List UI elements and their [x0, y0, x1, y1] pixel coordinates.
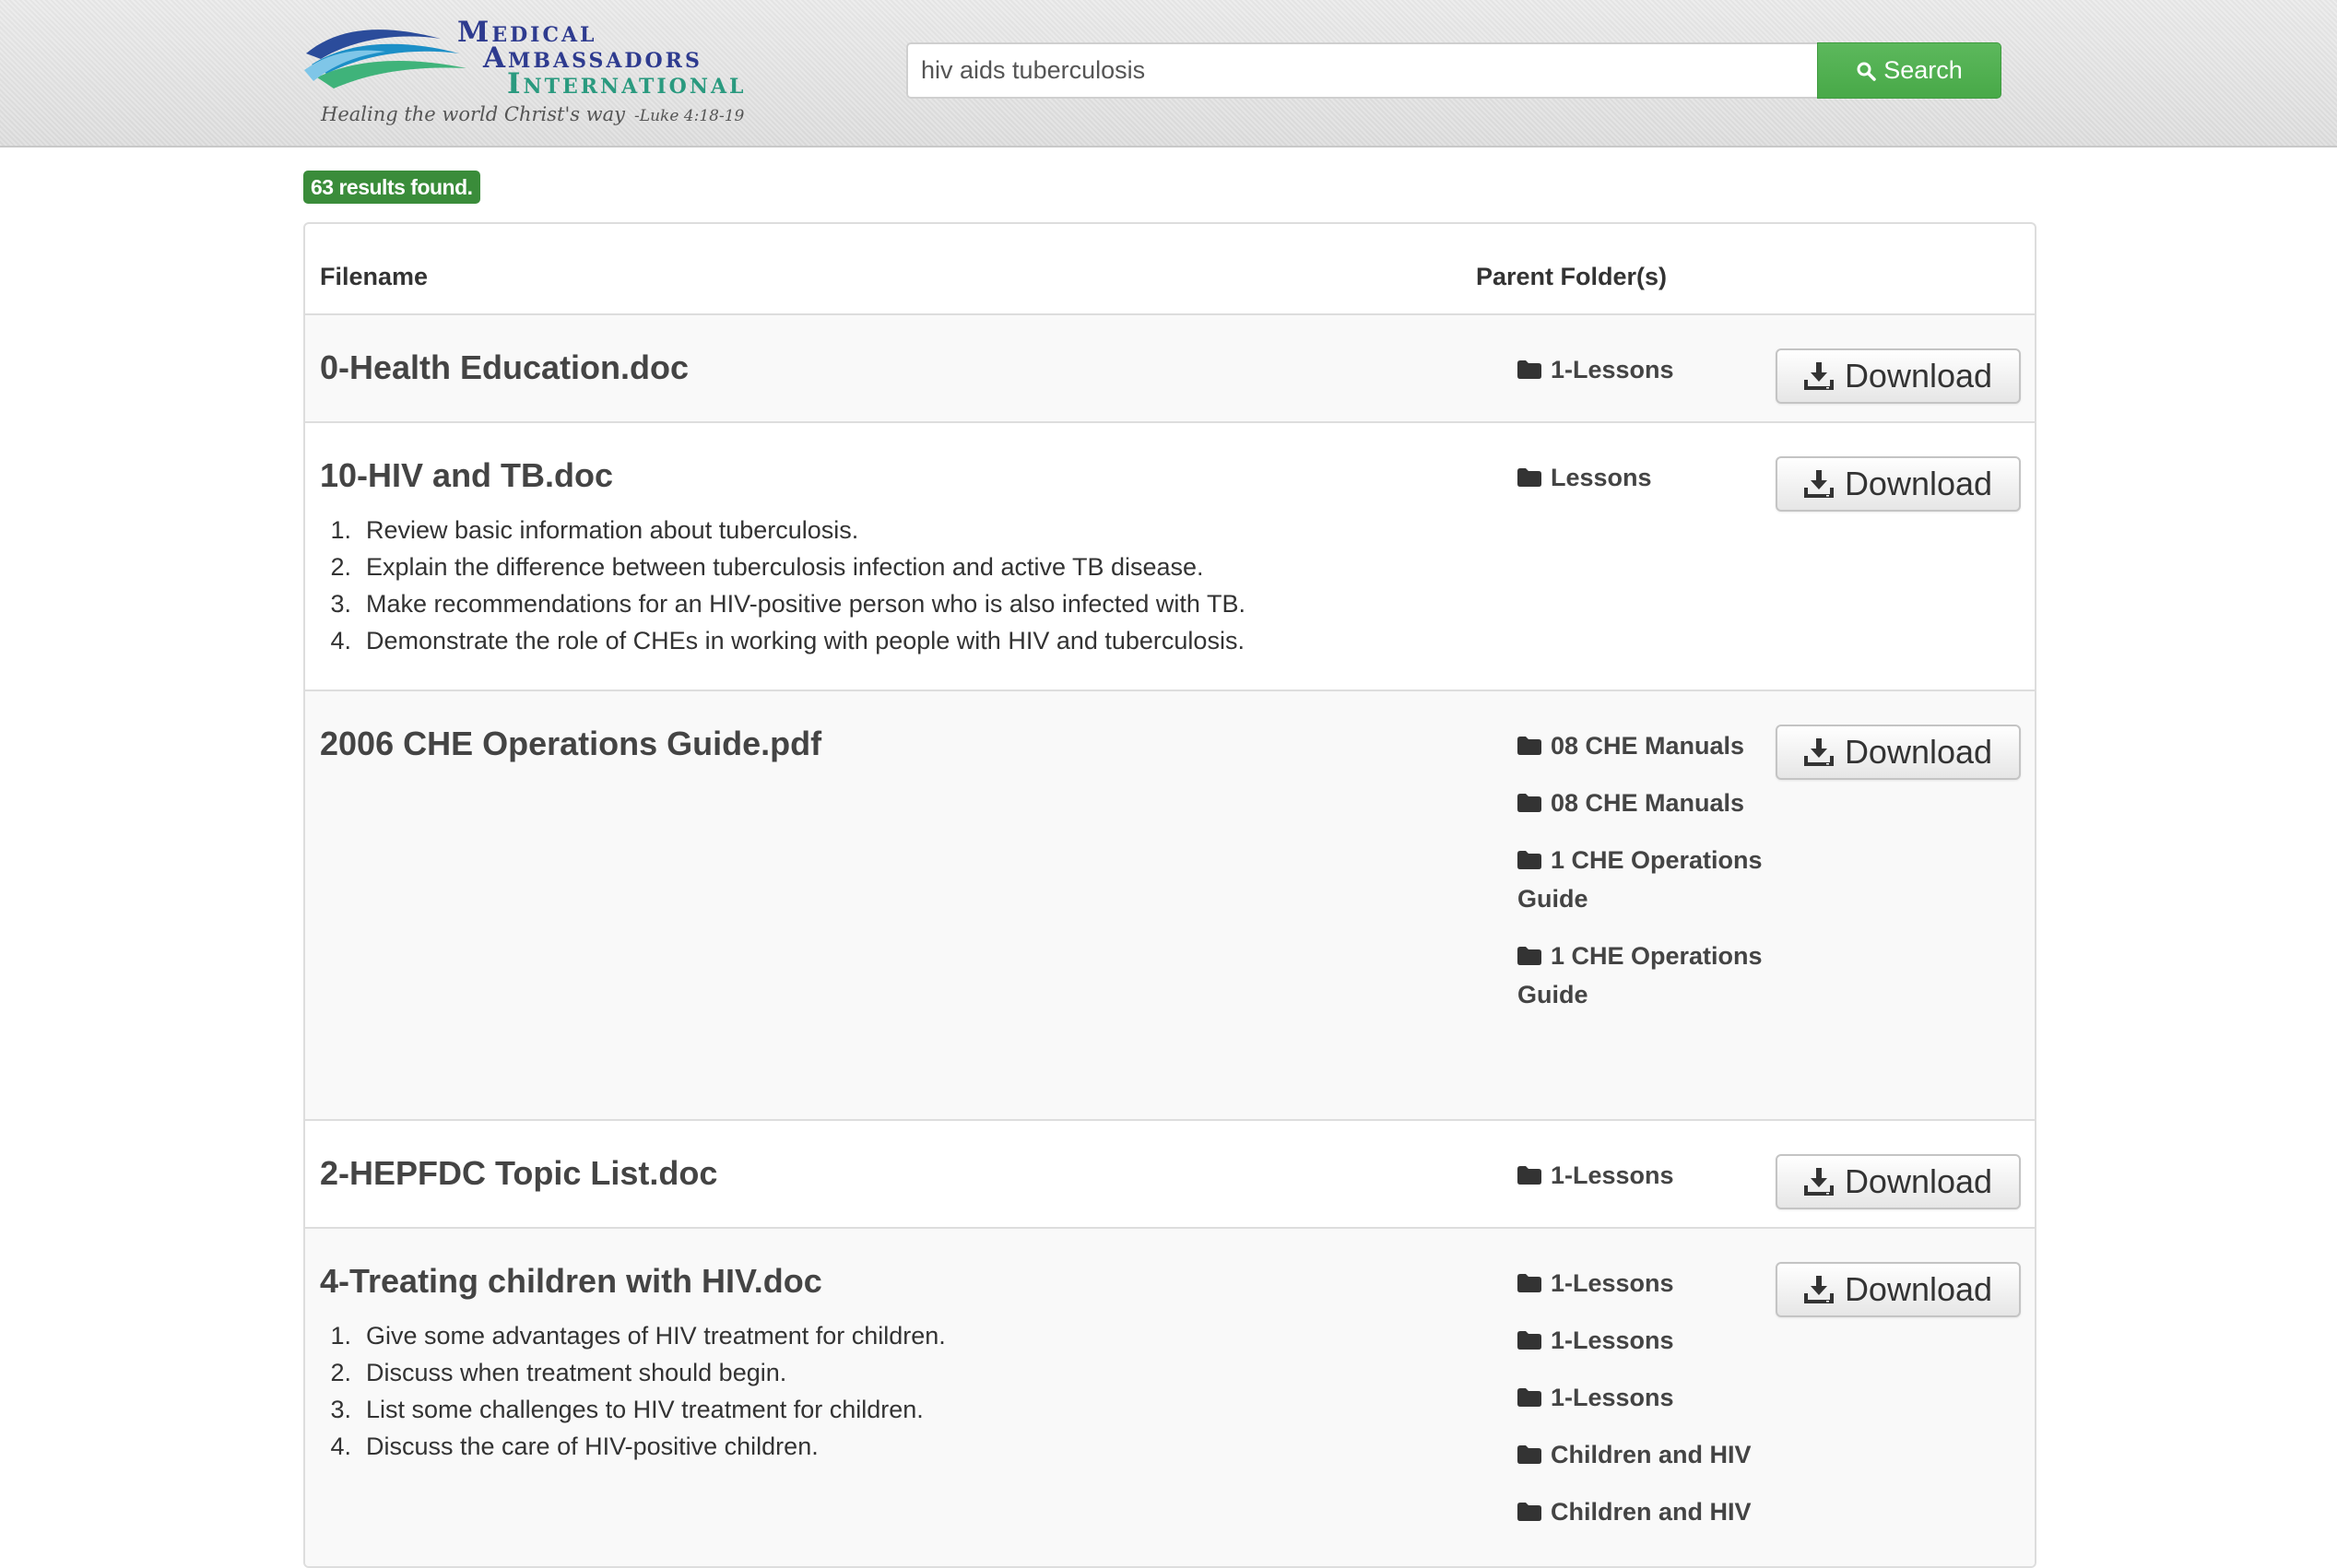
results-table: Filename Parent Folder(s) 0-Health Educa…: [303, 222, 2036, 1568]
download-icon: [1803, 470, 1834, 498]
download-label: Download: [1844, 1162, 1993, 1200]
download-label: Download: [1844, 733, 1993, 771]
parent-folder-link[interactable]: 1 CHE Operations Guide: [1517, 937, 1766, 1014]
download-button[interactable]: Download: [1776, 348, 2021, 404]
folder-icon: [1517, 1503, 1541, 1521]
download-label: Download: [1844, 357, 1993, 395]
description-item: 4. Demonstrate the role of CHEs in workin…: [330, 627, 1245, 654]
table-body: 0-Health Education.doc 1-Lessons Download 1…: [305, 315, 2035, 1566]
parent-folder-link[interactable]: 1-Lessons: [1517, 1378, 1766, 1417]
file-description: 1. Review basic information about tubercu…: [320, 512, 1245, 659]
table-row: 4-Treating children with HIV.doc 1. Give s…: [305, 1229, 2035, 1566]
download-button[interactable]: Download: [1776, 725, 2021, 780]
description-item: 1. Give some advantages of HIV treatment …: [330, 1322, 946, 1350]
folder-icon: [1517, 851, 1541, 869]
parent-folders: 1-Lessons: [1517, 1156, 1766, 1213]
folder-icon: [1517, 947, 1541, 965]
filename: 4-Treating children with HIV.doc: [320, 1262, 822, 1300]
site-header: Medical Ambassadors International Healin…: [0, 0, 2337, 147]
search-button[interactable]: Search: [1817, 42, 2001, 99]
parent-folder-link[interactable]: 1-Lessons: [1517, 1264, 1766, 1303]
download-label: Download: [1844, 465, 1993, 502]
folder-icon: [1517, 1445, 1541, 1464]
table-row: 0-Health Education.doc 1-Lessons Download: [305, 315, 2035, 423]
parent-folders: 1-Lessons 1-Lessons 1-Lessons Children and …: [1517, 1264, 1766, 1550]
logo-line-3: International: [507, 67, 747, 100]
download-icon: [1803, 738, 1834, 766]
table-row: 2-HEPFDC Topic List.doc 1-Lessons Download: [305, 1121, 2035, 1229]
download-label: Download: [1844, 1270, 1993, 1308]
parent-folder-link[interactable]: Children and HIV: [1517, 1435, 1766, 1474]
results-count-badge: 63 results found.: [303, 171, 480, 204]
folder-icon: [1517, 1166, 1541, 1185]
logo-tagline-ref: -Luke 4:18-19: [634, 107, 745, 125]
search-button-label: Search: [1883, 56, 1963, 84]
download-button[interactable]: Download: [1776, 456, 2021, 512]
table-row: 10-HIV and TB.doc 1. Review basic informat…: [305, 423, 2035, 691]
search-input[interactable]: [906, 42, 1817, 99]
table-header: Filename Parent Folder(s): [305, 224, 2035, 315]
parent-folder-link[interactable]: 1-Lessons: [1517, 350, 1766, 389]
filename: 0-Health Education.doc: [320, 348, 690, 386]
parent-folder-link[interactable]: Lessons: [1517, 458, 1766, 497]
column-header-filename: Filename: [320, 263, 429, 290]
column-header-parent-folders: Parent Folder(s): [1476, 263, 1668, 290]
filename: 10-HIV and TB.doc: [320, 456, 614, 494]
folder-icon: [1517, 468, 1541, 487]
parent-folders: Lessons: [1517, 458, 1766, 515]
description-item: 4. Discuss the care of HIV-positive child…: [330, 1432, 819, 1460]
parent-folder-link[interactable]: 08 CHE Manuals: [1517, 784, 1766, 822]
site-logo[interactable]: Medical Ambassadors International Healin…: [302, 17, 800, 135]
search-icon: [1857, 62, 1876, 81]
folder-icon: [1517, 360, 1541, 379]
download-icon: [1803, 362, 1834, 390]
file-description: 1. Give some advantages of HIV treatment …: [320, 1317, 946, 1465]
table-row: 2006 CHE Operations Guide.pdf 08 CHE Manu…: [305, 691, 2035, 1121]
download-icon: [1803, 1276, 1834, 1303]
filename: 2006 CHE Operations Guide.pdf: [320, 725, 822, 762]
description-item: 3. List some challenges to HIV treatment …: [330, 1396, 924, 1423]
folder-icon: [1517, 794, 1541, 812]
filename: 2-HEPFDC Topic List.doc: [320, 1154, 718, 1192]
folder-icon: [1517, 1331, 1541, 1350]
download-button[interactable]: Download: [1776, 1262, 2021, 1317]
parent-folder-link[interactable]: Children and HIV: [1517, 1492, 1766, 1531]
description-item: 1. Review basic information about tubercu…: [330, 516, 859, 544]
parent-folder-link[interactable]: 1-Lessons: [1517, 1156, 1766, 1195]
folder-icon: [1517, 1274, 1541, 1292]
parent-folders: 1-Lessons: [1517, 350, 1766, 407]
parent-folder-link[interactable]: 08 CHE Manuals: [1517, 726, 1766, 765]
description-item: 2. Discuss when treatment should begin.: [330, 1359, 787, 1386]
parent-folders: 08 CHE Manuals 08 CHE Manuals 1 CHE Operat…: [1517, 726, 1766, 1032]
parent-folder-link[interactable]: 1 CHE Operations Guide: [1517, 841, 1766, 918]
search-bar: Search: [906, 42, 2001, 99]
parent-folder-link[interactable]: 1-Lessons: [1517, 1321, 1766, 1360]
logo-tagline-text: Healing the world Christ's way: [321, 103, 626, 125]
logo-tagline: Healing the world Christ's way -Luke 4:18…: [321, 103, 744, 125]
download-icon: [1803, 1168, 1834, 1196]
description-item: 2. Explain the difference between tubercu…: [330, 553, 1204, 581]
download-button[interactable]: Download: [1776, 1154, 2021, 1209]
folder-icon: [1517, 737, 1541, 755]
description-item: 3. Make recommendations for an HIV-positi…: [330, 590, 1245, 618]
folder-icon: [1517, 1388, 1541, 1407]
